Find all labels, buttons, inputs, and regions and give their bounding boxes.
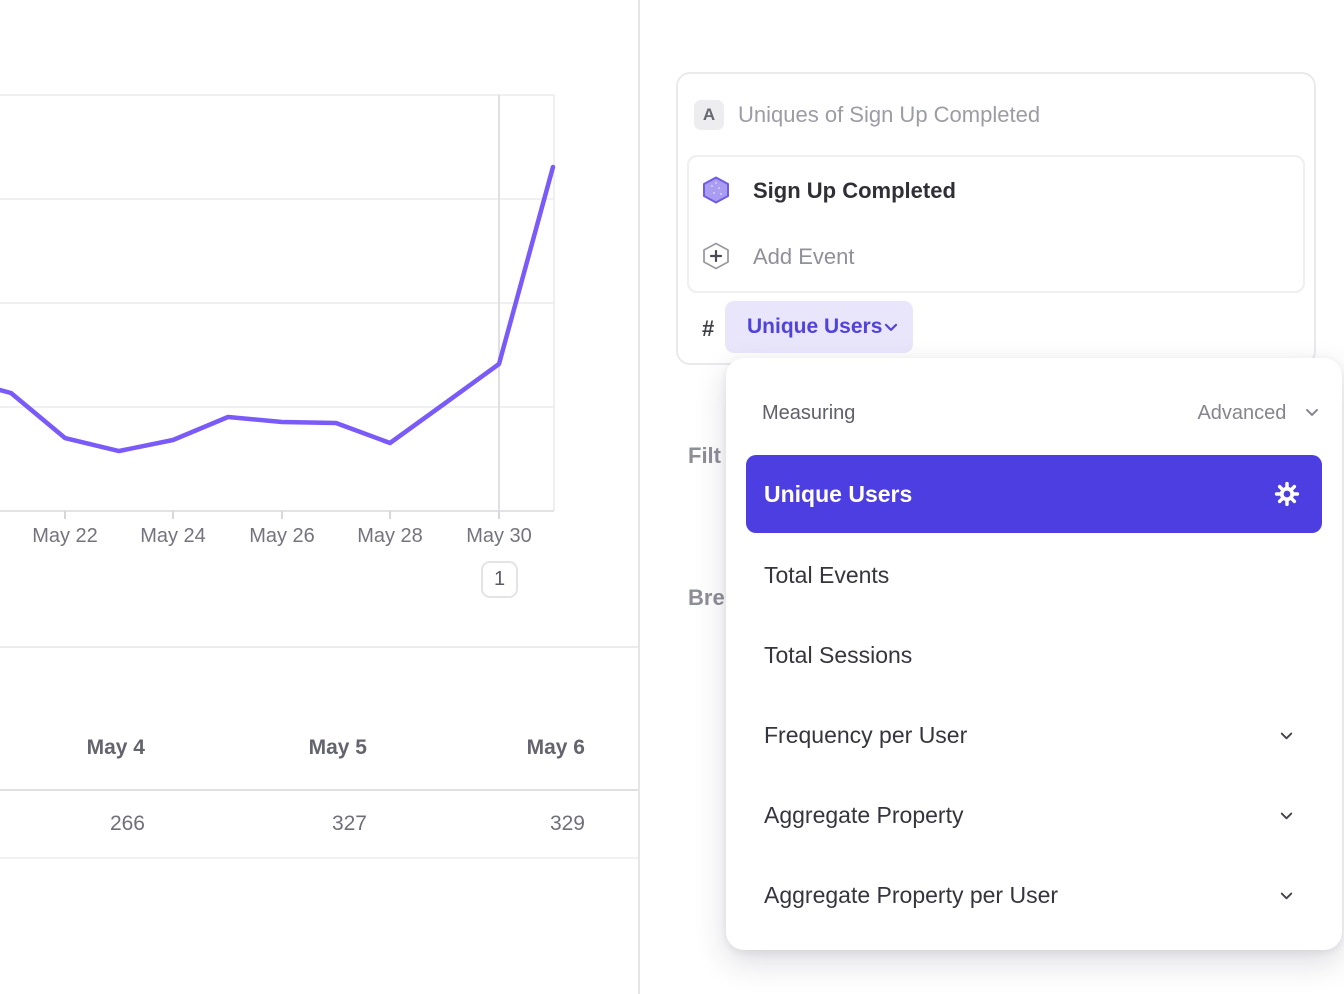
- breakdown-section-label: Bre: [688, 585, 725, 611]
- menu-item-label: Total Sessions: [764, 633, 912, 677]
- menu-item-unique-users[interactable]: Unique Users: [746, 455, 1322, 533]
- add-event-hexagon-plus-icon: [702, 242, 730, 270]
- menu-item-aggregate-property[interactable]: Aggregate Property: [746, 793, 1322, 837]
- table-header-may5: May 5: [155, 733, 367, 763]
- event-name-label: Sign Up Completed: [753, 157, 956, 224]
- menu-item-label: Frequency per User: [764, 713, 967, 757]
- table-cell-may6: 329: [373, 809, 585, 839]
- table-cell-may5: 327: [155, 809, 367, 839]
- event-card: Sign Up Completed Add Event: [687, 155, 1305, 293]
- table-header-divider: [0, 789, 639, 791]
- menu-item-total-sessions[interactable]: Total Sessions: [746, 633, 1322, 677]
- x-axis-label: May 24: [128, 523, 218, 549]
- event-row-sign-up-completed[interactable]: Sign Up Completed: [689, 157, 1303, 224]
- add-event-label: Add Event: [753, 223, 855, 290]
- x-axis-label: May 28: [345, 523, 435, 549]
- chevron-down-icon: [1277, 886, 1296, 910]
- chevron-down-icon: [1277, 806, 1296, 830]
- x-axis-label: May 26: [237, 523, 327, 549]
- chevron-down-icon: [881, 317, 901, 342]
- table-header-may6: May 6: [373, 733, 585, 763]
- add-event-row[interactable]: Add Event: [689, 223, 1303, 290]
- series-badge: A: [694, 100, 724, 130]
- query-series-card: A Uniques of Sign Up Completed Sign Up C…: [676, 72, 1316, 365]
- event-hexagon-icon: [702, 176, 730, 204]
- chevron-down-icon: [1277, 726, 1296, 750]
- menu-item-frequency-per-user[interactable]: Frequency per User: [746, 713, 1322, 757]
- x-axis-label: May 30: [454, 523, 544, 549]
- x-axis-label: May 22: [20, 523, 110, 549]
- line-chart: [0, 0, 639, 522]
- filter-section-label: Filt: [688, 443, 721, 469]
- metric-hash-symbol: #: [702, 314, 714, 344]
- annotation-badge[interactable]: 1: [481, 561, 518, 598]
- table-cell-may4: 266: [0, 809, 145, 839]
- metric-chip-unique-users[interactable]: Unique Users: [725, 301, 913, 353]
- chevron-down-icon: [1302, 405, 1322, 427]
- menu-item-aggregate-property-per-user[interactable]: Aggregate Property per User: [746, 873, 1322, 917]
- insights-report-screen: May 22 May 24 May 26 May 28 May 30 1 May 4 M…: [0, 0, 1344, 994]
- metric-chip-label: Unique Users: [747, 301, 882, 353]
- advanced-mode-selector[interactable]: Advanced: [1197, 399, 1322, 427]
- measuring-dropdown-menu: Measuring Advanced Unique Users: [726, 358, 1342, 950]
- table-bottom-divider: [0, 857, 639, 859]
- pane-divider: [638, 0, 640, 994]
- menu-item-label: Unique Users: [764, 455, 912, 533]
- gear-icon[interactable]: [1274, 481, 1300, 512]
- menu-item-total-events[interactable]: Total Events: [746, 553, 1322, 597]
- series-title: Uniques of Sign Up Completed: [738, 100, 1040, 130]
- menu-item-label: Aggregate Property: [764, 793, 963, 837]
- menu-item-label: Total Events: [764, 553, 889, 597]
- section-divider: [0, 646, 639, 648]
- measuring-label: Measuring: [762, 399, 855, 427]
- advanced-label: Advanced: [1197, 402, 1286, 424]
- table-header-may4: May 4: [0, 733, 145, 763]
- menu-item-label: Aggregate Property per User: [764, 873, 1058, 917]
